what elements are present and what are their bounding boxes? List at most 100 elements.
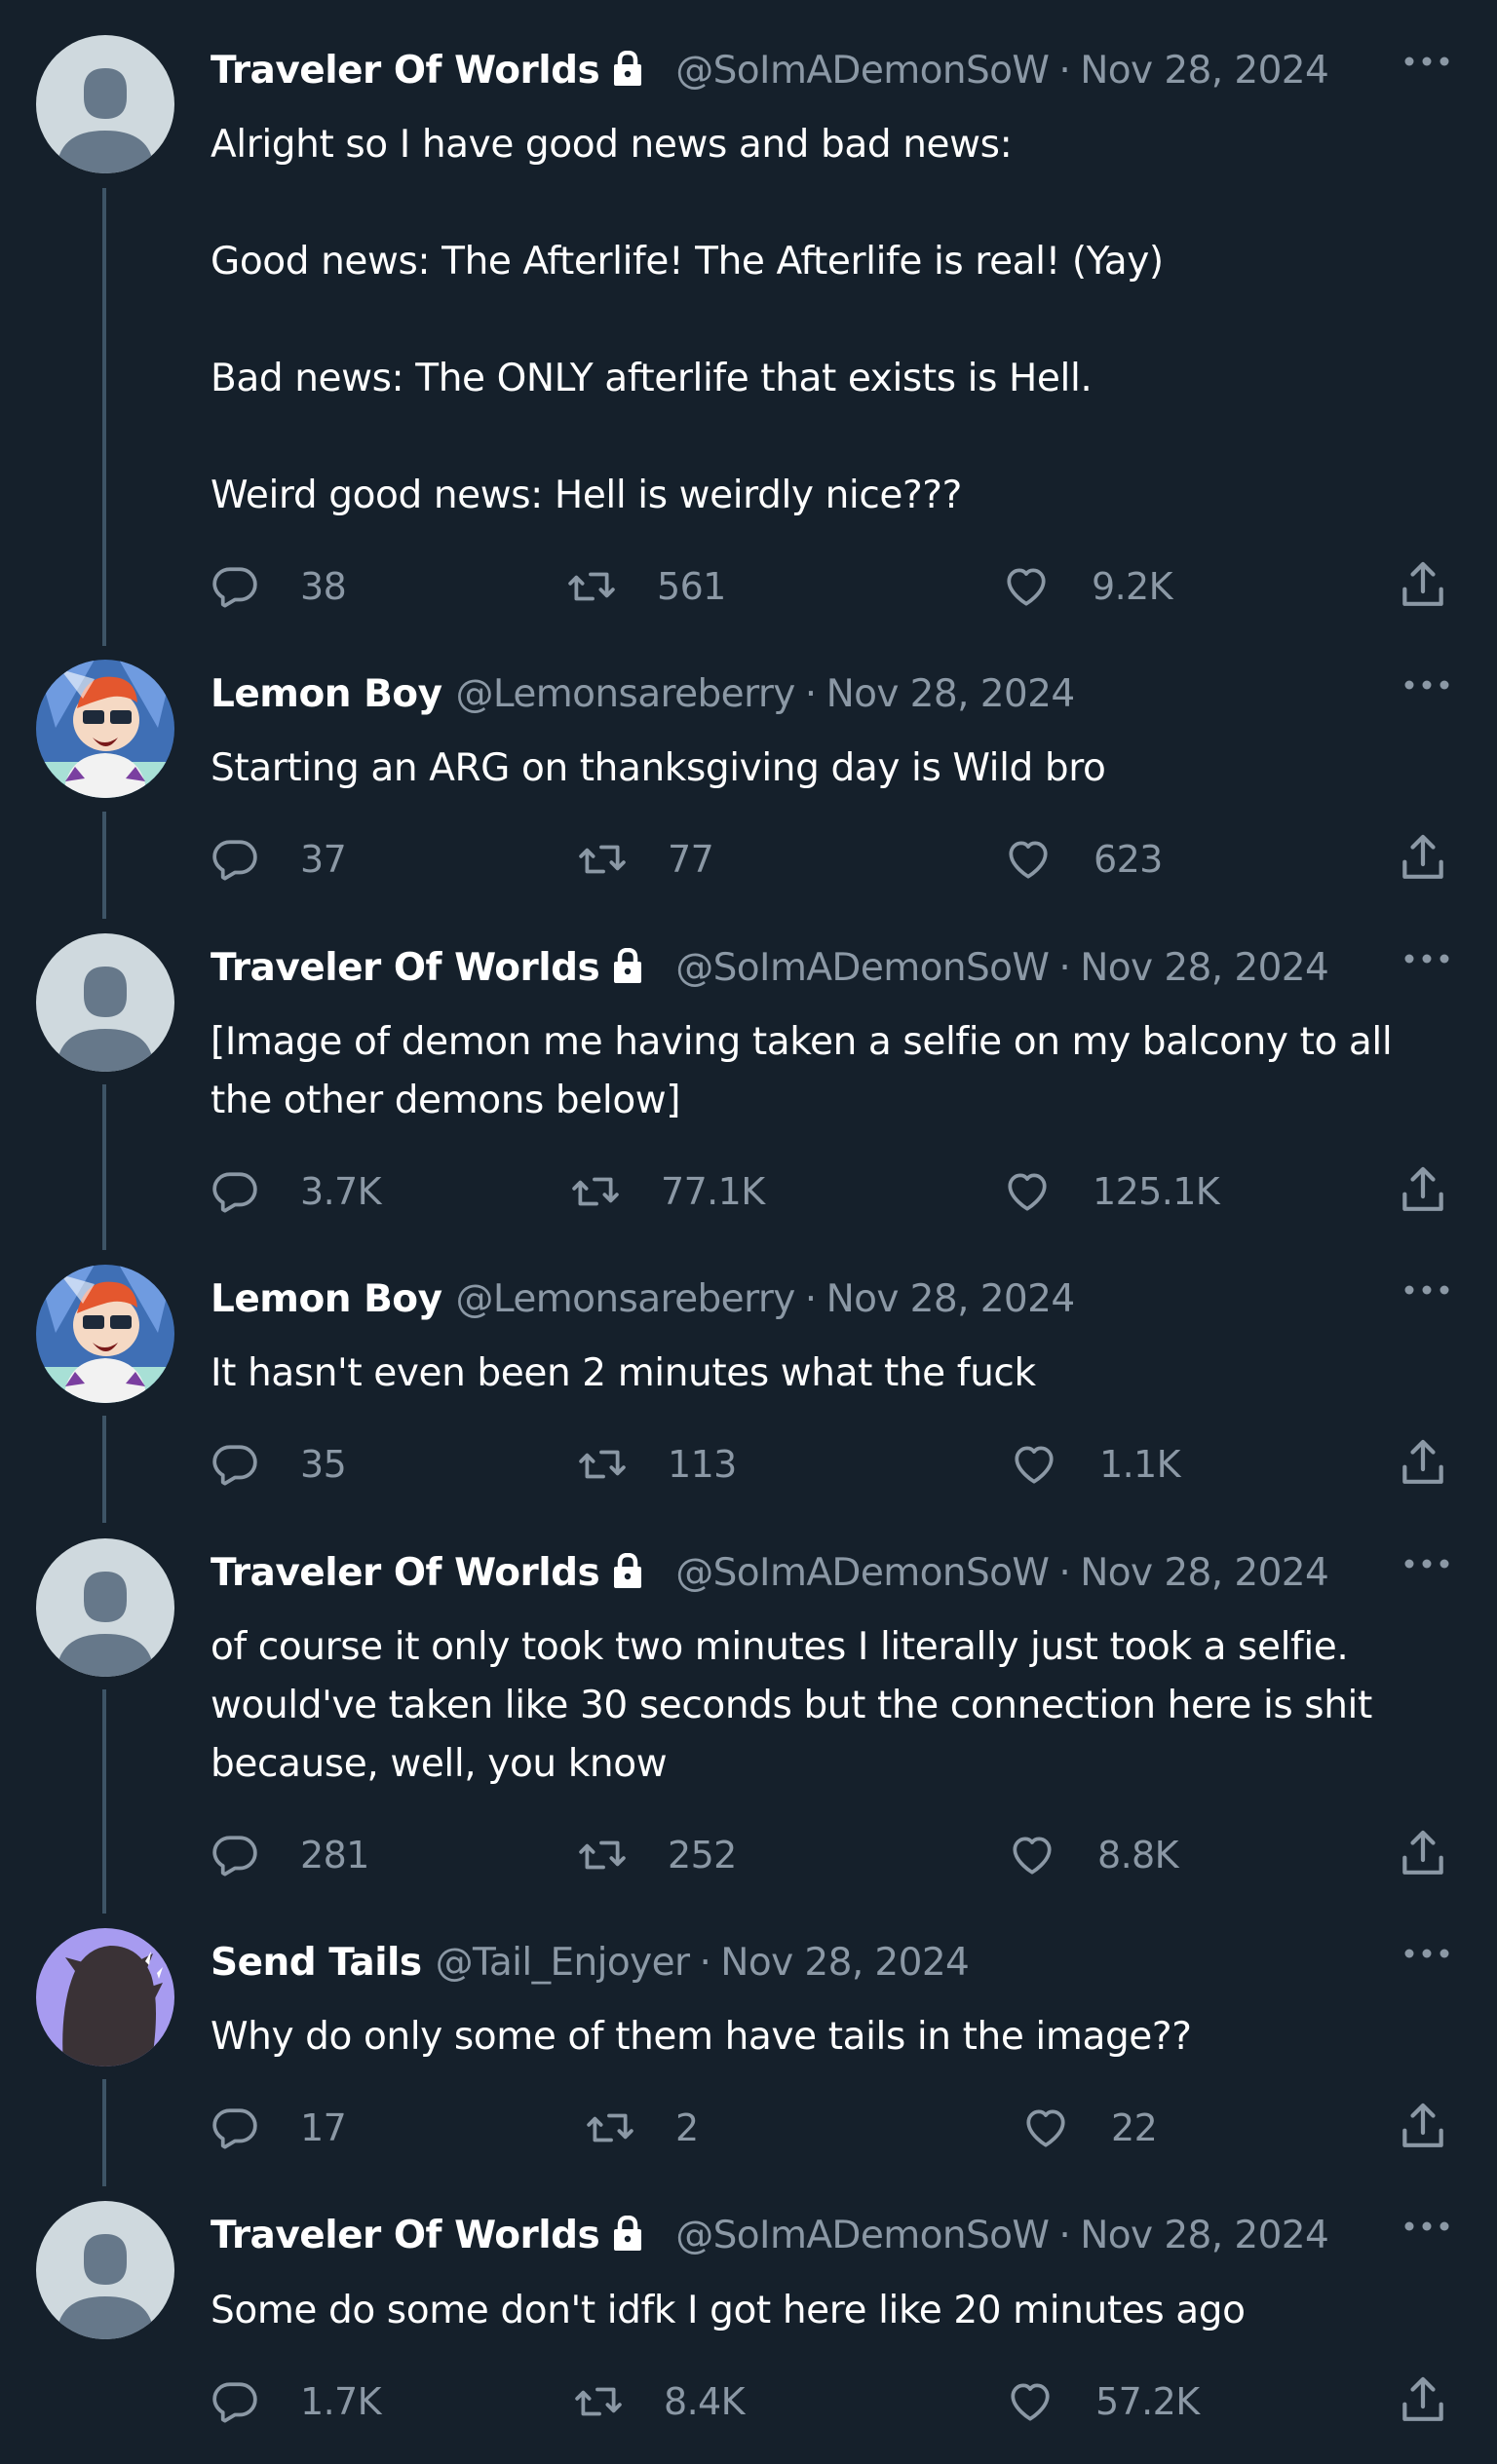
like-button[interactable]: 125.1K bbox=[1003, 1162, 1220, 1221]
more-options-icon[interactable] bbox=[1400, 1549, 1454, 1578]
tweet-actions: 3.7K 77.1K 125.1K bbox=[0, 1162, 1497, 1221]
reply-button[interactable]: 281 bbox=[211, 1826, 369, 1884]
retweet-icon bbox=[568, 572, 615, 601]
share-icon[interactable] bbox=[1396, 557, 1450, 612]
like-button[interactable]: 623 bbox=[1004, 830, 1163, 889]
avatar[interactable] bbox=[36, 2201, 174, 2339]
share-icon[interactable] bbox=[1396, 1826, 1450, 1880]
author-name[interactable]: Traveler Of Worlds bbox=[211, 1551, 600, 1595]
reply-button[interactable]: 38 bbox=[211, 557, 347, 616]
retweet-button[interactable]: 113 bbox=[578, 1435, 737, 1494]
author-name[interactable]: Traveler Of Worlds bbox=[211, 49, 600, 93]
reply-icon bbox=[212, 567, 257, 608]
reply-count: 3.7K bbox=[300, 1170, 382, 1213]
reply-button[interactable]: 3.7K bbox=[211, 1162, 382, 1221]
author-handle[interactable]: @Lemonsareberry bbox=[456, 1277, 796, 1321]
retweet-count: 561 bbox=[657, 565, 726, 608]
tweet-date[interactable]: Nov 28, 2024 bbox=[1080, 946, 1329, 990]
separator-dot: · bbox=[1058, 48, 1071, 93]
heart-icon bbox=[1009, 841, 1048, 879]
reply-button[interactable]: 1.7K bbox=[211, 2372, 382, 2431]
tweet-date[interactable]: Nov 28, 2024 bbox=[826, 672, 1076, 716]
like-button[interactable]: 9.2K bbox=[1002, 557, 1173, 616]
tweet-date[interactable]: Nov 28, 2024 bbox=[720, 1941, 970, 1985]
avatar[interactable] bbox=[36, 660, 174, 798]
reply-icon bbox=[212, 1836, 257, 1876]
more-options-icon[interactable] bbox=[1400, 1939, 1454, 1968]
author-handle[interactable]: @SoImADemonSoW bbox=[675, 1551, 1050, 1595]
more-options-icon[interactable] bbox=[1400, 944, 1454, 973]
retweet-count: 252 bbox=[668, 1834, 737, 1876]
avatar[interactable] bbox=[36, 933, 174, 1072]
default-avatar-icon bbox=[36, 933, 174, 1072]
separator-dot: · bbox=[1058, 1550, 1071, 1595]
like-count: 22 bbox=[1111, 2106, 1158, 2149]
retweet-button[interactable]: 77.1K bbox=[571, 1162, 765, 1221]
more-options-icon[interactable] bbox=[1400, 47, 1454, 76]
tweet-date[interactable]: Nov 28, 2024 bbox=[1080, 2214, 1329, 2257]
more-options-icon[interactable] bbox=[1400, 1275, 1454, 1305]
retweet-button[interactable]: 252 bbox=[578, 1826, 737, 1884]
reply-icon bbox=[212, 840, 257, 881]
retweet-button[interactable]: 77 bbox=[578, 830, 714, 889]
separator-dot: · bbox=[804, 671, 817, 716]
retweet-icon bbox=[575, 2387, 622, 2416]
author-name[interactable]: Lemon Boy bbox=[211, 1277, 442, 1321]
tweet-date[interactable]: Nov 28, 2024 bbox=[1080, 1551, 1329, 1595]
author-handle[interactable]: @Lemonsareberry bbox=[456, 672, 796, 716]
purple-silhouette-icon bbox=[36, 1928, 174, 2066]
retweet-button[interactable]: 561 bbox=[567, 557, 726, 616]
retweet-icon bbox=[579, 1840, 626, 1870]
retweet-button[interactable]: 2 bbox=[586, 2099, 699, 2157]
heart-icon bbox=[1007, 568, 1046, 606]
author-name[interactable]: Send Tails bbox=[211, 1941, 422, 1985]
avatar[interactable] bbox=[36, 1538, 174, 1677]
tweet-actions: 35 113 1.1K bbox=[0, 1435, 1497, 1494]
author-name[interactable]: Traveler Of Worlds bbox=[211, 2214, 600, 2257]
like-button[interactable]: 22 bbox=[1021, 2099, 1158, 2157]
more-options-icon[interactable] bbox=[1400, 670, 1454, 700]
like-button[interactable]: 1.1K bbox=[1010, 1435, 1181, 1494]
avatar[interactable] bbox=[36, 35, 174, 173]
tweet-text: Starting an ARG on thanksgiving day is W… bbox=[211, 746, 1106, 790]
tweet-header: Traveler Of Worlds @SoImADemonSoW · Nov … bbox=[211, 940, 1329, 995]
like-count: 9.2K bbox=[1092, 565, 1173, 608]
retweet-count: 8.4K bbox=[664, 2380, 746, 2423]
avatar[interactable] bbox=[36, 1928, 174, 2066]
retweet-icon bbox=[572, 1177, 619, 1206]
lock-icon bbox=[614, 2216, 642, 2251]
reply-button[interactable]: 17 bbox=[211, 2099, 347, 2157]
retweet-icon bbox=[587, 2113, 633, 2142]
heart-icon bbox=[1026, 2109, 1065, 2147]
retweet-button[interactable]: 8.4K bbox=[574, 2372, 746, 2431]
author-handle[interactable]: @SoImADemonSoW bbox=[675, 2214, 1050, 2257]
author-handle[interactable]: @SoImADemonSoW bbox=[675, 946, 1050, 990]
separator-dot: · bbox=[699, 1940, 711, 1985]
share-icon[interactable] bbox=[1396, 2372, 1450, 2427]
reply-count: 38 bbox=[300, 565, 347, 608]
reply-button[interactable]: 37 bbox=[211, 830, 347, 889]
like-count: 125.1K bbox=[1093, 1170, 1220, 1213]
tweet-text: Alright so I have good news and bad news… bbox=[211, 123, 1164, 517]
share-icon[interactable] bbox=[1396, 1162, 1450, 1217]
tweet-date[interactable]: Nov 28, 2024 bbox=[826, 1277, 1076, 1321]
retweet-icon bbox=[579, 845, 626, 874]
heart-icon bbox=[1008, 1173, 1047, 1211]
tweet-date[interactable]: Nov 28, 2024 bbox=[1080, 49, 1329, 93]
default-avatar-icon bbox=[36, 1538, 174, 1677]
author-handle[interactable]: @Tail_Enjoyer bbox=[436, 1941, 690, 1985]
tweet-text: Why do only some of them have tails in t… bbox=[211, 2015, 1192, 2059]
share-icon[interactable] bbox=[1396, 1435, 1450, 1490]
reply-icon bbox=[212, 2382, 257, 2423]
avatar[interactable] bbox=[36, 1265, 174, 1403]
more-options-icon[interactable] bbox=[1400, 2212, 1454, 2241]
like-button[interactable]: 57.2K bbox=[1006, 2372, 1200, 2431]
reply-button[interactable]: 35 bbox=[211, 1435, 347, 1494]
reply-count: 1.7K bbox=[300, 2380, 382, 2423]
author-handle[interactable]: @SoImADemonSoW bbox=[675, 49, 1050, 93]
share-icon[interactable] bbox=[1396, 830, 1450, 885]
author-name[interactable]: Lemon Boy bbox=[211, 672, 442, 716]
author-name[interactable]: Traveler Of Worlds bbox=[211, 946, 600, 990]
share-icon[interactable] bbox=[1396, 2099, 1450, 2153]
like-button[interactable]: 8.8K bbox=[1008, 1826, 1179, 1884]
